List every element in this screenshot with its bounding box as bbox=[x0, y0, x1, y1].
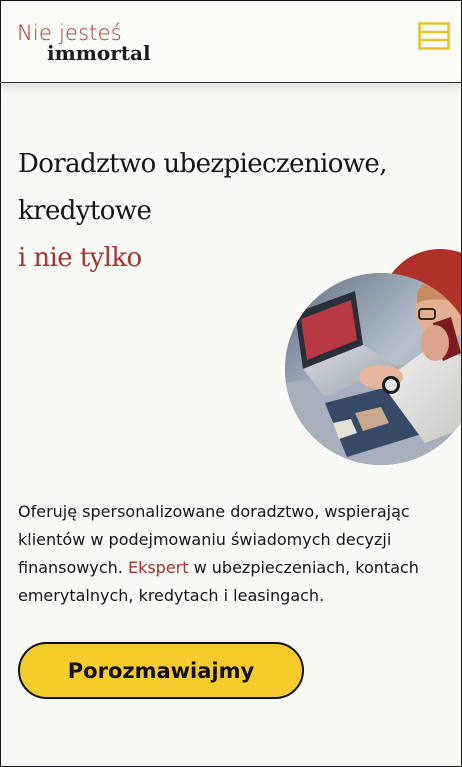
hero-image-group bbox=[283, 249, 461, 469]
hero-title-line-2: kredytowe bbox=[18, 196, 152, 226]
site-logo[interactable]: Nie jesteś immortal bbox=[17, 21, 157, 65]
intro-highlight: Ekspert bbox=[127, 558, 189, 577]
hero-photo bbox=[285, 273, 461, 465]
contact-cta-button[interactable]: Porozmawiajmy bbox=[18, 642, 304, 699]
site-header: Nie jesteś immortal bbox=[1, 1, 461, 83]
page-frame: Nie jesteś immortal Doradztwo ubezpiecze… bbox=[0, 0, 462, 767]
logo-line-2: immortal bbox=[47, 41, 151, 65]
hero-title-line-1: Doradztwo ubezpieczeniowe, bbox=[18, 149, 387, 179]
intro-description: Oferuję spersonalizowane doradztwo, wspi… bbox=[18, 498, 448, 610]
hamburger-menu-icon[interactable] bbox=[418, 22, 450, 50]
